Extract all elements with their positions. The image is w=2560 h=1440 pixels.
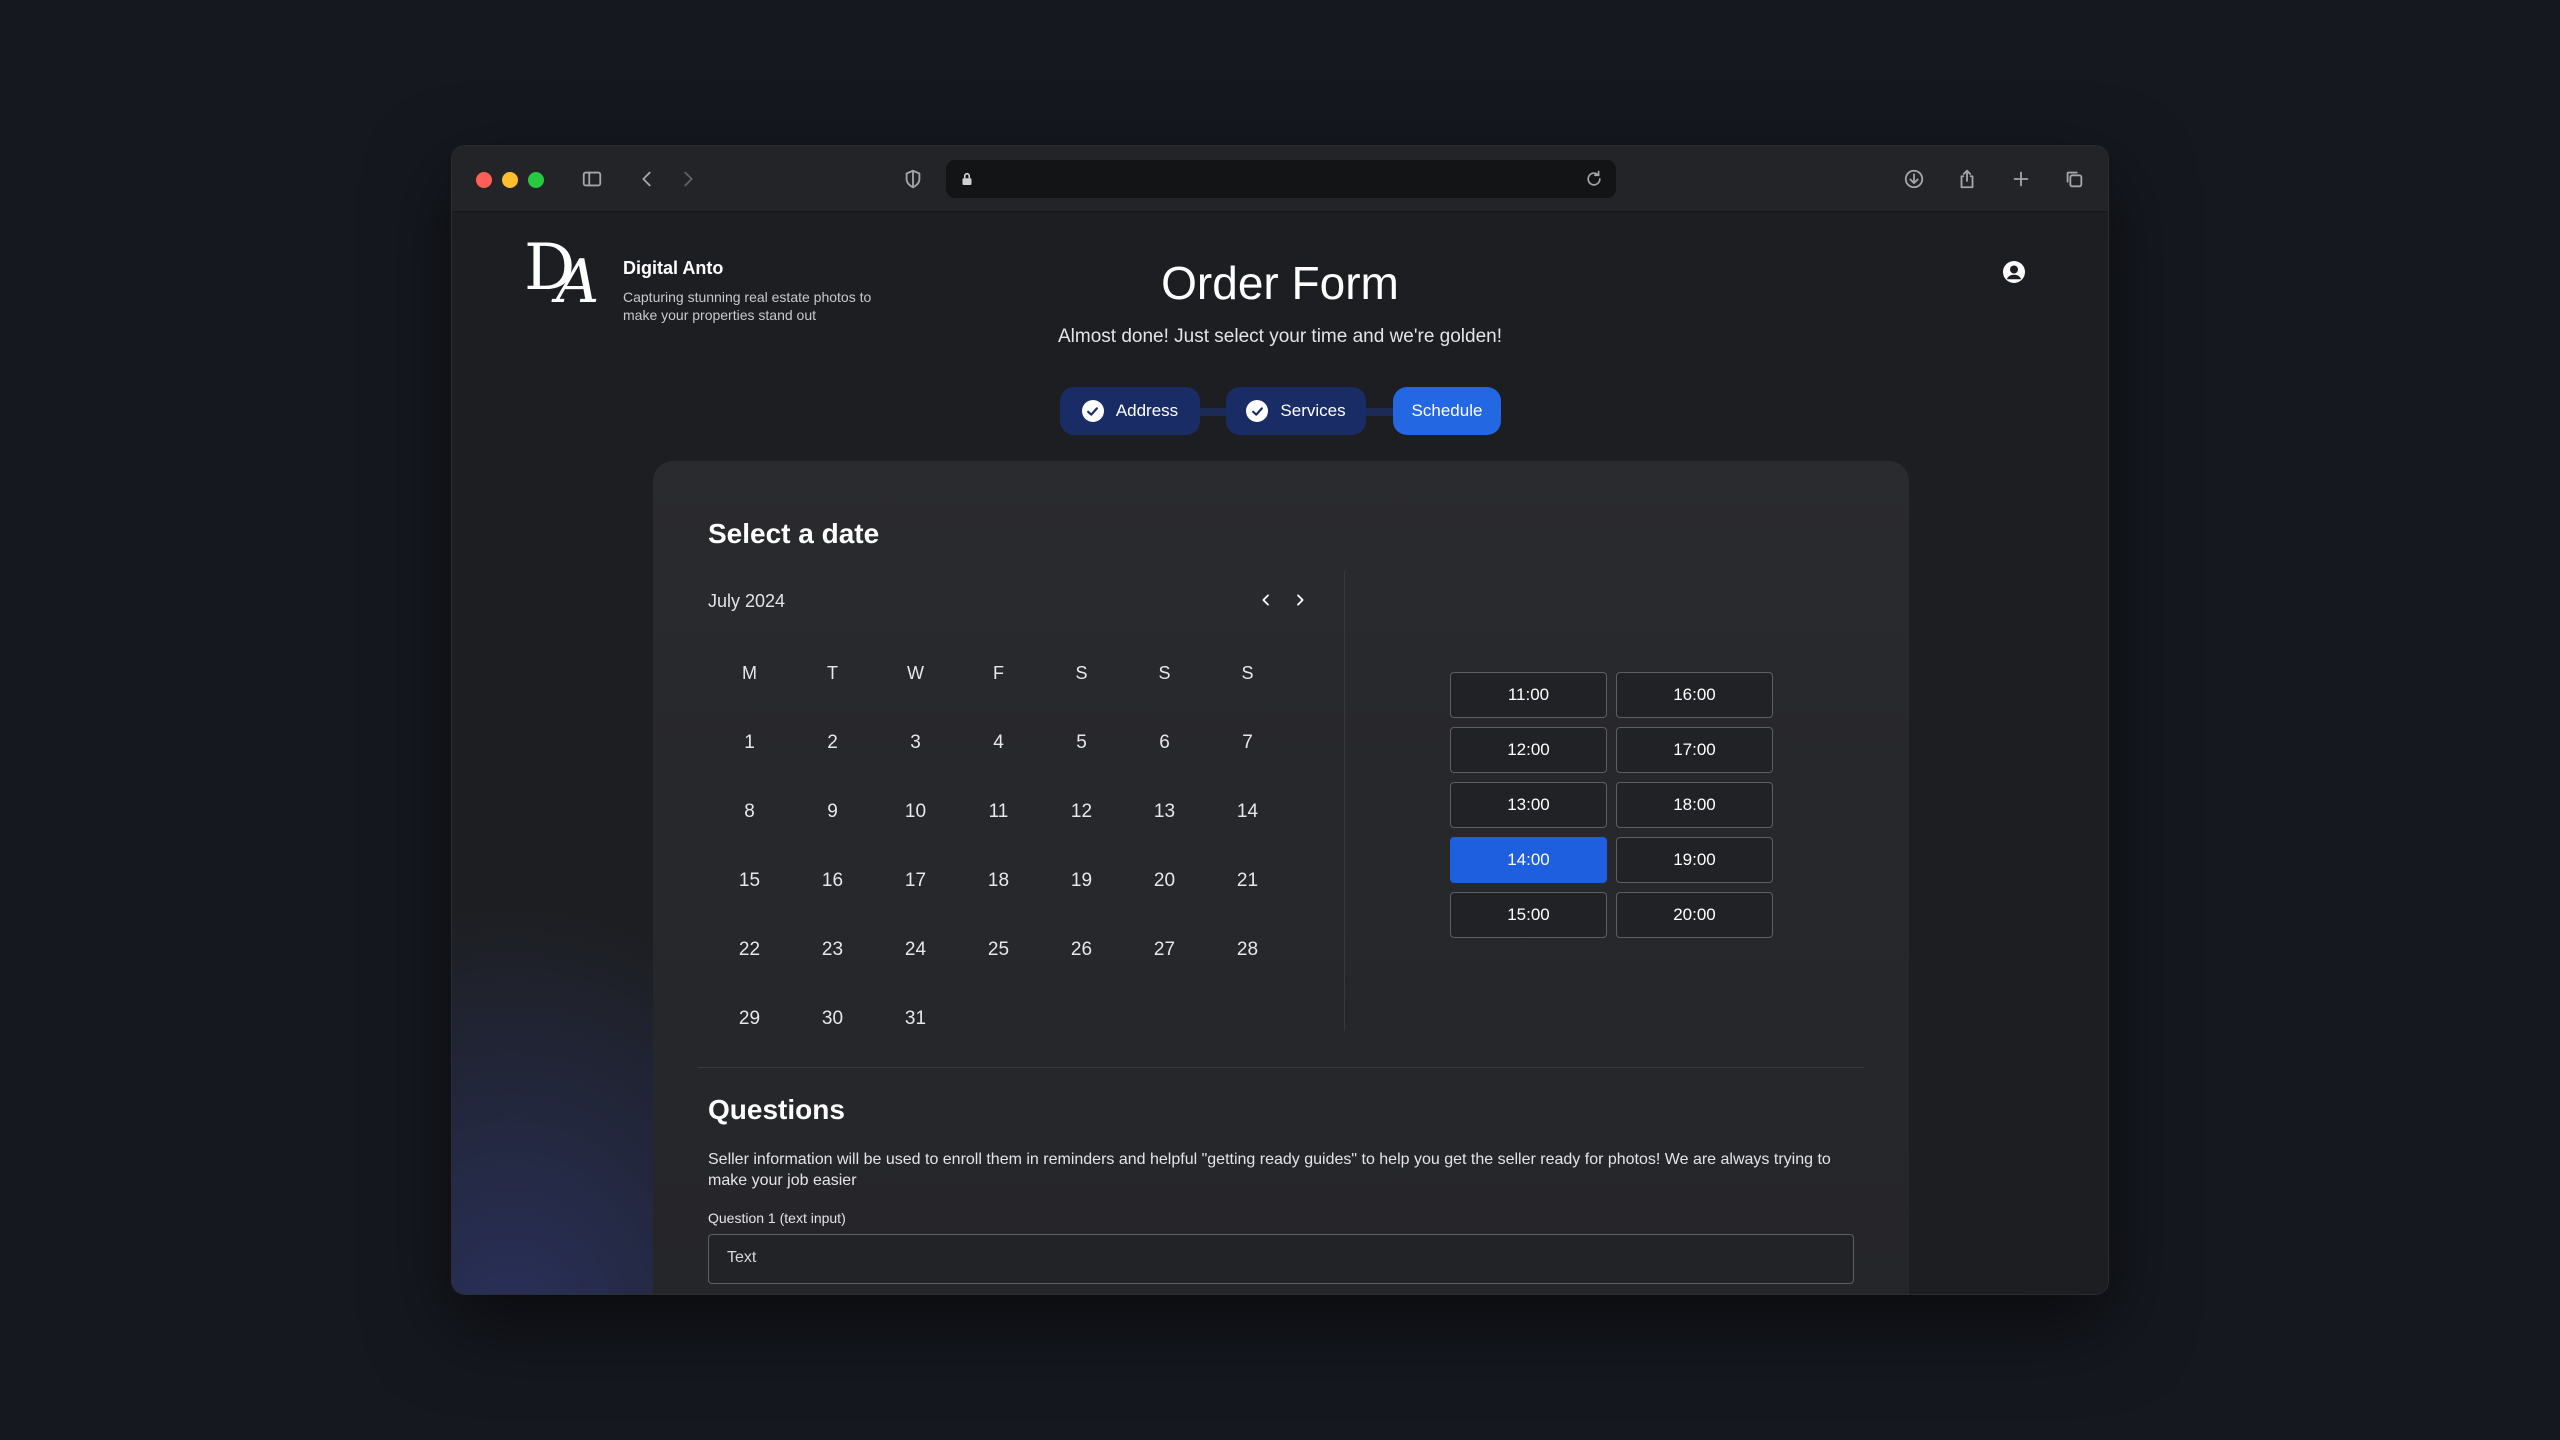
calendar-day[interactable]: 15 [708,846,791,915]
calendar-day[interactable]: 22 [708,915,791,984]
calendar-day[interactable]: 2 [791,708,874,777]
share-icon[interactable] [1952,164,1982,194]
prev-month-button[interactable] [1253,587,1279,613]
calendar-day[interactable]: 26 [1040,915,1123,984]
calendar-day[interactable]: 18 [957,846,1040,915]
time-slot-button[interactable]: 18:00 [1616,782,1773,828]
calendar-day[interactable]: 12 [1040,777,1123,846]
calendar-day[interactable]: 23 [791,915,874,984]
check-icon [1246,400,1269,422]
page-title: Order Form [1161,257,1399,309]
sidebar-toggle-icon[interactable] [577,164,607,194]
divider [1344,571,1345,1031]
page-subtitle: Almost done! Just select your time and w… [1057,326,1503,347]
page-content: DA Digital Anto Capturing stunning real … [452,212,2108,1294]
weekday-header: S [1075,663,1088,683]
browser-window: DA Digital Anto Capturing stunning real … [451,145,2109,1295]
next-month-button[interactable] [1287,587,1313,613]
step-address[interactable]: Address [1060,387,1200,435]
time-slot-button[interactable]: 12:00 [1450,727,1607,773]
step-services[interactable]: Services [1226,387,1366,435]
step-schedule[interactable]: Schedule [1393,387,1501,435]
chevron-right-icon [1297,594,1304,606]
weekday-header: S [1241,663,1254,683]
calendar-day[interactable]: 17 [874,846,957,915]
calendar-day[interactable]: 5 [1040,708,1123,777]
time-slot-button[interactable]: 19:00 [1616,837,1773,883]
question-1-label: Question 1 (text input) [708,1210,846,1226]
weekday-header: F [993,663,1004,683]
calendar-day[interactable]: 24 [874,915,957,984]
forward-icon[interactable] [673,164,703,194]
calendar-day[interactable]: 21 [1206,846,1289,915]
zoom-window-button[interactable] [528,172,544,188]
time-slot-button[interactable]: 11:00 [1450,672,1607,718]
weekday-header: S [1158,663,1171,683]
time-slot-button[interactable]: 16:00 [1616,672,1773,718]
calendar-day[interactable]: 4 [957,708,1040,777]
time-slot-button[interactable]: 20:00 [1616,892,1773,938]
calendar-day[interactable]: 25 [957,915,1040,984]
calendar-day[interactable]: 19 [1040,846,1123,915]
calendar-day[interactable]: 13 [1123,777,1206,846]
calendar-day[interactable]: 10 [874,777,957,846]
calendar-month-label: July 2024 [708,591,786,611]
back-icon[interactable] [632,164,662,194]
time-slot-button[interactable]: 13:00 [1450,782,1607,828]
time-slot-button[interactable]: 15:00 [1450,892,1607,938]
check-icon [1081,400,1104,422]
download-icon[interactable] [1899,164,1929,194]
calendar-day[interactable]: 16 [791,846,874,915]
time-slot-button[interactable]: 14:00 [1450,837,1607,883]
calendar-day[interactable]: 9 [791,777,874,846]
tab-overview-icon[interactable] [2059,164,2089,194]
question-1-input[interactable]: Text [708,1234,1854,1284]
reload-icon[interactable] [1584,169,1604,189]
schedule-card: Select a date July 2024 MTWFSSS123456789… [653,461,1909,1294]
calendar-day[interactable]: 31 [874,984,957,1053]
address-bar[interactable] [946,160,1616,198]
weekday-header: M [742,663,757,683]
step-label: Schedule [1411,401,1483,420]
calendar-day[interactable]: 14 [1206,777,1289,846]
new-tab-icon[interactable] [2006,164,2036,194]
lock-icon [958,170,976,188]
progress-steps: Address Services Schedule [452,387,2108,437]
calendar-day[interactable]: 7 [1206,708,1289,777]
calendar-day[interactable]: 29 [708,984,791,1053]
user-account-icon[interactable] [2002,260,2026,284]
time-slot-button[interactable]: 17:00 [1616,727,1773,773]
calendar-day[interactable]: 27 [1123,915,1206,984]
select-date-heading: Select a date [708,518,880,549]
weekday-header: T [827,663,838,683]
time-slots: 11:00 16:00 12:00 17:00 13:00 18:00 14:00 19:00… [1450,672,1773,938]
calendar-day[interactable]: 8 [708,777,791,846]
step-label: Services [1280,401,1346,420]
minimize-window-button[interactable] [502,172,518,188]
weekday-header: W [907,663,924,683]
close-window-button[interactable] [476,172,492,188]
calendar-day[interactable]: 1 [708,708,791,777]
calendar-day[interactable]: 20 [1123,846,1206,915]
calendar-day[interactable]: 30 [791,984,874,1053]
calendar-day[interactable]: 11 [957,777,1040,846]
privacy-shield-icon[interactable] [898,164,928,194]
calendar-day[interactable]: 28 [1206,915,1289,984]
divider [698,1067,1864,1068]
step-label: Address [1115,401,1179,420]
browser-toolbar [452,146,2108,212]
questions-heading: Questions [708,1094,845,1125]
chevron-left-icon [1262,594,1269,606]
calendar-day[interactable]: 6 [1123,708,1206,777]
questions-description: Seller information will be used to enrol… [708,1151,1831,1189]
calendar-grid: M T W F S S S 1 2 3 4 5 6 7 8 9 10 11 12 13 14 15 16 17 18 19 20 21… [708,639,1288,1053]
calendar-day[interactable]: 3 [874,708,957,777]
